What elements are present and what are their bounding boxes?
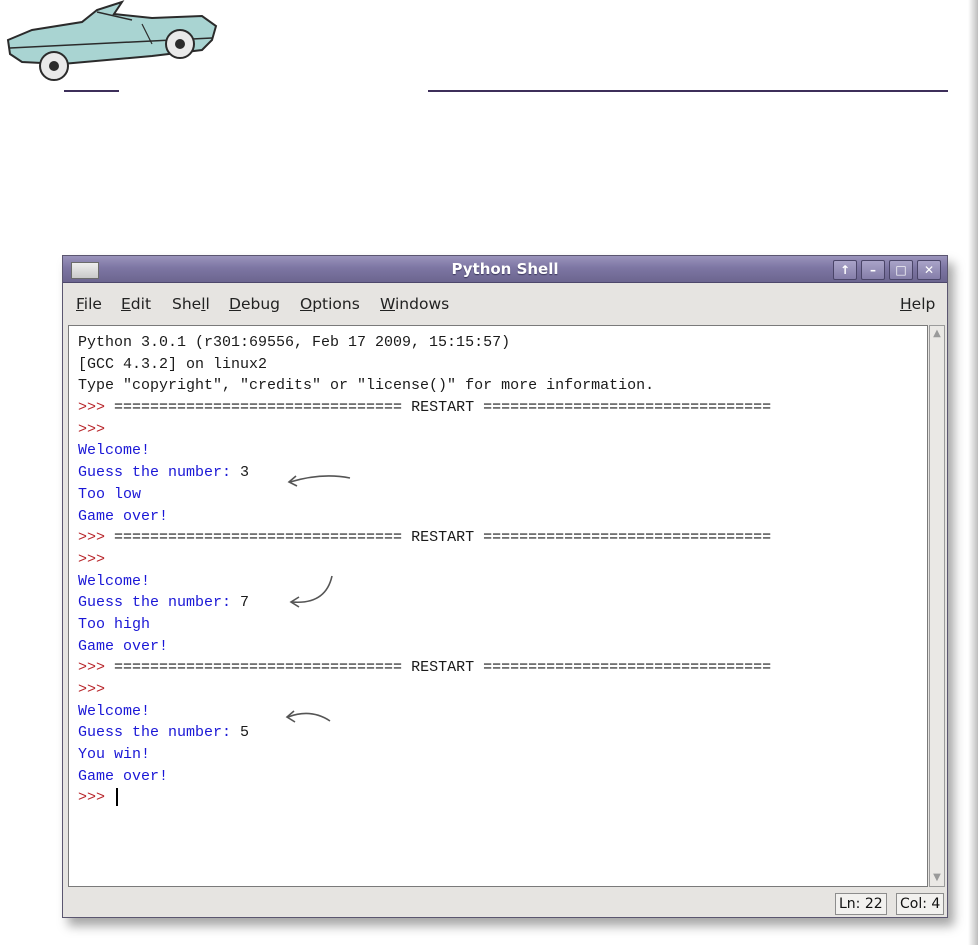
prompt-symbol: >>> [78, 659, 115, 677]
shell-line: >>> [78, 679, 927, 701]
shell-line: Game over! [78, 506, 927, 528]
program-output: Too high [78, 615, 151, 633]
program-output: Welcome! [78, 702, 151, 720]
program-output: Welcome! [78, 572, 151, 590]
program-output: Too low [78, 485, 142, 503]
shell-line: Guess the number: 7 [78, 592, 927, 614]
restart-separator: ================================ RESTART… [114, 399, 772, 417]
guess-prompt-text: Guess the number: [78, 594, 241, 612]
column-number-status: Col: 4 [896, 893, 945, 915]
scroll-down-icon[interactable]: ▼ [931, 871, 943, 885]
shell-line: Welcome! [78, 701, 927, 723]
program-output: Game over! [78, 767, 169, 785]
shell-line: Python 3.0.1 (r301:69556, Feb 17 2009, 1… [78, 332, 927, 354]
banner-text: Python 3.0.1 (r301:69556, Feb 17 2009, 1… [78, 334, 511, 351]
prompt-symbol: >>> [78, 789, 115, 807]
menu-windows[interactable]: Windows [380, 295, 449, 313]
restart-separator: ================================ RESTART… [114, 659, 772, 677]
car-illustration [6, 0, 218, 81]
python-shell-window: Python Shell ↑ – □ ✕ File Edit Shell Deb… [62, 255, 948, 918]
vertical-scrollbar[interactable]: ▲ ▼ [929, 325, 945, 887]
shell-line: >>> [78, 787, 927, 809]
prompt-symbol: >>> [78, 420, 115, 438]
menu-help[interactable]: Help [900, 295, 935, 313]
user-input: 3 [240, 464, 250, 482]
header-rule-left [64, 90, 119, 92]
keep-above-button[interactable]: ↑ [833, 260, 857, 280]
banner-text: [GCC 4.3.2] on linux2 [78, 355, 268, 373]
shell-line: Game over! [78, 766, 927, 788]
menu-debug[interactable]: Debug [229, 295, 280, 313]
line-number-status: Ln: 22 [835, 893, 887, 915]
menu-file[interactable]: File [76, 295, 102, 313]
shell-line: Type "copyright", "credits" or "license(… [78, 375, 927, 397]
program-output: Game over! [78, 507, 169, 525]
banner-text: Type "copyright", "credits" or "license(… [78, 377, 655, 395]
prompt-symbol: >>> [78, 529, 115, 547]
scroll-up-icon[interactable]: ▲ [931, 327, 943, 341]
shell-line: Welcome! [78, 571, 927, 593]
page-edge-shadow [968, 0, 978, 945]
shell-line: >>> [78, 549, 927, 571]
restart-separator: ================================ RESTART… [114, 529, 772, 547]
menu-options[interactable]: Options [300, 295, 360, 313]
program-output: You win! [78, 746, 151, 764]
shell-line: Welcome! [78, 440, 927, 462]
shell-lines: Python 3.0.1 (r301:69556, Feb 17 2009, 1… [78, 332, 927, 809]
maximize-button[interactable]: □ [889, 260, 913, 280]
shell-line: >>> ================================ RES… [78, 657, 927, 679]
shell-line: Too high [78, 614, 927, 636]
shell-text-area[interactable]: Python 3.0.1 (r301:69556, Feb 17 2009, 1… [68, 325, 928, 887]
shell-line: You win! [78, 744, 927, 766]
shell-line: Game over! [78, 636, 927, 658]
prompt-symbol: >>> [78, 681, 115, 698]
shell-line: >>> [78, 419, 927, 441]
close-button[interactable]: ✕ [917, 260, 941, 280]
menu-shell[interactable]: Shell [172, 295, 210, 313]
menu-edit[interactable]: Edit [121, 295, 151, 313]
shell-line: Too low [78, 484, 927, 506]
shell-line: Guess the number: 3 [78, 462, 927, 484]
user-input: 7 [240, 594, 250, 612]
shell-line: >>> ================================ RES… [78, 527, 927, 549]
prompt-symbol: >>> [78, 399, 115, 417]
title-bar[interactable]: Python Shell ↑ – □ ✕ [63, 256, 947, 283]
text-cursor [116, 788, 119, 807]
shell-line: >>> ================================ RES… [78, 397, 927, 419]
guess-prompt-text: Guess the number: [78, 724, 241, 742]
shell-line: Guess the number: 5 [78, 722, 927, 744]
guess-prompt-text: Guess the number: [78, 464, 241, 482]
status-bar: Ln: 22 Col: 4 [63, 889, 947, 917]
prompt-symbol: >>> [78, 550, 115, 568]
header-rule-right [428, 90, 948, 92]
program-output: Welcome! [78, 442, 151, 460]
window-title: Python Shell [451, 260, 559, 278]
user-input: 5 [240, 724, 250, 742]
menu-bar: File Edit Shell Debug Options Windows He… [63, 283, 947, 325]
program-output: Game over! [78, 637, 169, 655]
shell-line: [GCC 4.3.2] on linux2 [78, 354, 927, 376]
minimize-button[interactable]: – [861, 260, 885, 280]
